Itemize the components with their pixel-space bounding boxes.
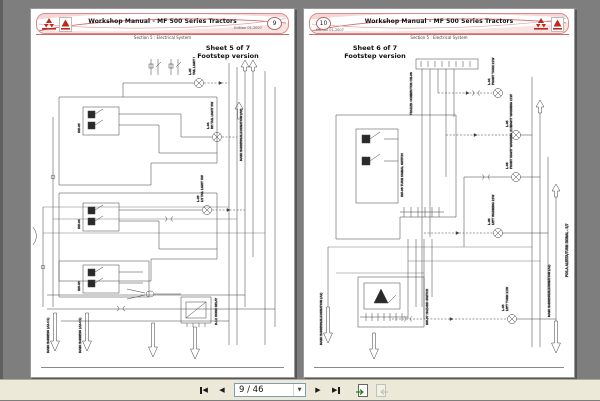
viewer-left-edge — [0, 0, 3, 380]
harness-label: MAIN HARNESS/ILLUMINATION (A3) — [239, 109, 243, 161]
harness-label: MAIN HARNESS/ILLUMINATION (A2) — [547, 265, 551, 317]
harness-arrow-icon — [50, 312, 200, 360]
circuit-outline — [58, 96, 218, 186]
lamp-label: RH TAIL LIGHT 5W — [210, 102, 214, 129]
lamp-icon — [392, 314, 556, 324]
circuit-outline — [58, 192, 218, 282]
first-page-button[interactable]: ◀ — [196, 383, 212, 398]
harness-label: MAIN HARNESS (A2-C1) — [78, 318, 82, 353]
view-history-group — [355, 383, 389, 398]
switch-label: SW-08 TURN SIGNAL SWITCH — [400, 153, 404, 197]
page-number-value[interactable]: 9 / 46 — [235, 385, 293, 395]
header-banner: Workshop Manual - MF 500 Series Tractors… — [36, 13, 289, 34]
lamp-icon — [438, 88, 503, 98]
manual-title: Workshop Manual - MF 500 Series Tractors — [88, 18, 237, 25]
edition-text: Edition 01-2007 — [234, 26, 262, 30]
brand-logos — [41, 17, 72, 32]
lamp-icon — [446, 130, 532, 140]
page-footer-rule — [314, 367, 564, 368]
harness-label: MAIN HARNESS (A2-C1) — [46, 318, 50, 353]
harness-label: MAIN HARNESS/ILLUMINATION (A2) — [319, 293, 323, 345]
side-note-label: POS.A ALERTA/TURN SIGNAL - 5/7 — [565, 223, 569, 277]
next-page-icon: ▶ — [315, 386, 321, 394]
switch-box — [82, 106, 217, 154]
lamp-label: LH TAIL LIGHT 5W — [200, 175, 204, 202]
pdf-navigation-toolbar: ◀ ◀ 9 / 46 ▼ ▶ ▶ — [0, 379, 600, 400]
lamp-icon — [122, 78, 229, 97]
agco-logo-icon — [59, 17, 72, 32]
page-footer-rule — [41, 367, 284, 368]
previous-page-button[interactable]: ◀ — [214, 383, 230, 398]
last-page-button[interactable]: ▶ — [328, 383, 344, 398]
section-row: Section 5 : Electrical System — [36, 34, 289, 42]
brand-logos — [533, 17, 564, 32]
relay-box — [180, 296, 212, 327]
switch-label: SW-04 — [77, 219, 81, 229]
agco-logo-icon — [551, 17, 564, 32]
trailer-connector — [415, 58, 479, 307]
lamp-icon — [463, 172, 540, 247]
switch-label: SW-05 — [77, 123, 81, 133]
bottom-network — [47, 288, 275, 322]
connector-label: TRAILER CONNECTOR CN-08 — [409, 72, 413, 116]
massey-ferguson-logo-icon — [533, 17, 549, 30]
first-page-icon — [200, 386, 202, 394]
section-row: Section 5 : Electrical System — [309, 34, 569, 42]
pdf-page-right: 10 Edition 01-2007 Workshop Manual - MF … — [303, 8, 575, 378]
pdf-page-left: Workshop Manual - MF 500 Series Tractors… — [30, 8, 295, 378]
wiring-diagram-sheet6: TRAILER CONNECTOR CN-08 L-04 FRONT TURN … — [319, 57, 569, 360]
circuit-outline — [335, 114, 457, 240]
lamp-label: FRONT TURN 21W — [491, 58, 495, 85]
next-page-button[interactable]: ▶ — [310, 383, 326, 398]
massey-ferguson-logo-icon — [41, 17, 57, 30]
page-number-badge: 9 — [267, 17, 282, 30]
page-number-badge: 10 — [316, 17, 331, 30]
lamp-label: FRONT RIGHT WARNING 21W — [509, 125, 513, 169]
switch-label: SW-07 HAZARD SWITCH — [425, 289, 429, 325]
harness-arrow-icon — [323, 306, 561, 360]
next-view-button[interactable] — [374, 383, 389, 398]
lamp-label: LEFT TURN 21W — [505, 287, 509, 311]
header-banner: 10 Edition 01-2007 Workshop Manual - MF … — [309, 13, 569, 34]
sheet-number: Sheet 6 of 7 — [352, 44, 398, 52]
lamp-label: TAIL LIGHT 5W — [192, 57, 196, 76]
lamp-label: RIGHT WARNING 21W — [509, 94, 513, 127]
bus-lines — [228, 59, 276, 345]
page-number-field[interactable]: 9 / 46 ▼ — [234, 383, 306, 397]
lamp-label: LEFT WARNING 21W — [491, 195, 495, 225]
previous-view-button[interactable] — [355, 383, 370, 398]
page-dropdown-arrow-icon[interactable]: ▼ — [293, 384, 305, 396]
previous-page-icon: ◀ — [219, 386, 225, 394]
wiring-diagram-sheet5: L-05 TAIL LIGHT 5W SW-05 L-04 RH TAIL LI… — [32, 57, 276, 360]
hazard-switch-box — [357, 276, 425, 328]
last-page-icon — [338, 386, 340, 394]
lamp-icon — [424, 228, 548, 238]
switch-label: SW-03 — [77, 281, 81, 291]
circuit-outline — [58, 260, 150, 298]
sheet-number: Sheet 5 of 7 — [205, 44, 251, 52]
top-switch-symbols — [148, 59, 182, 75]
relay-label: R-12 HORN RELAY — [214, 298, 218, 325]
switch-box — [82, 264, 143, 294]
section-label: Section 5 : Electrical System — [410, 35, 468, 40]
page-nav-group: ◀ ◀ 9 / 46 ▼ ▶ ▶ — [195, 383, 389, 398]
next-view-icon — [376, 383, 388, 397]
manual-title: Workshop Manual - MF 500 Series Tractors — [364, 18, 514, 25]
section-label: Section 5 : Electrical System — [133, 35, 192, 40]
previous-view-icon — [356, 383, 368, 397]
